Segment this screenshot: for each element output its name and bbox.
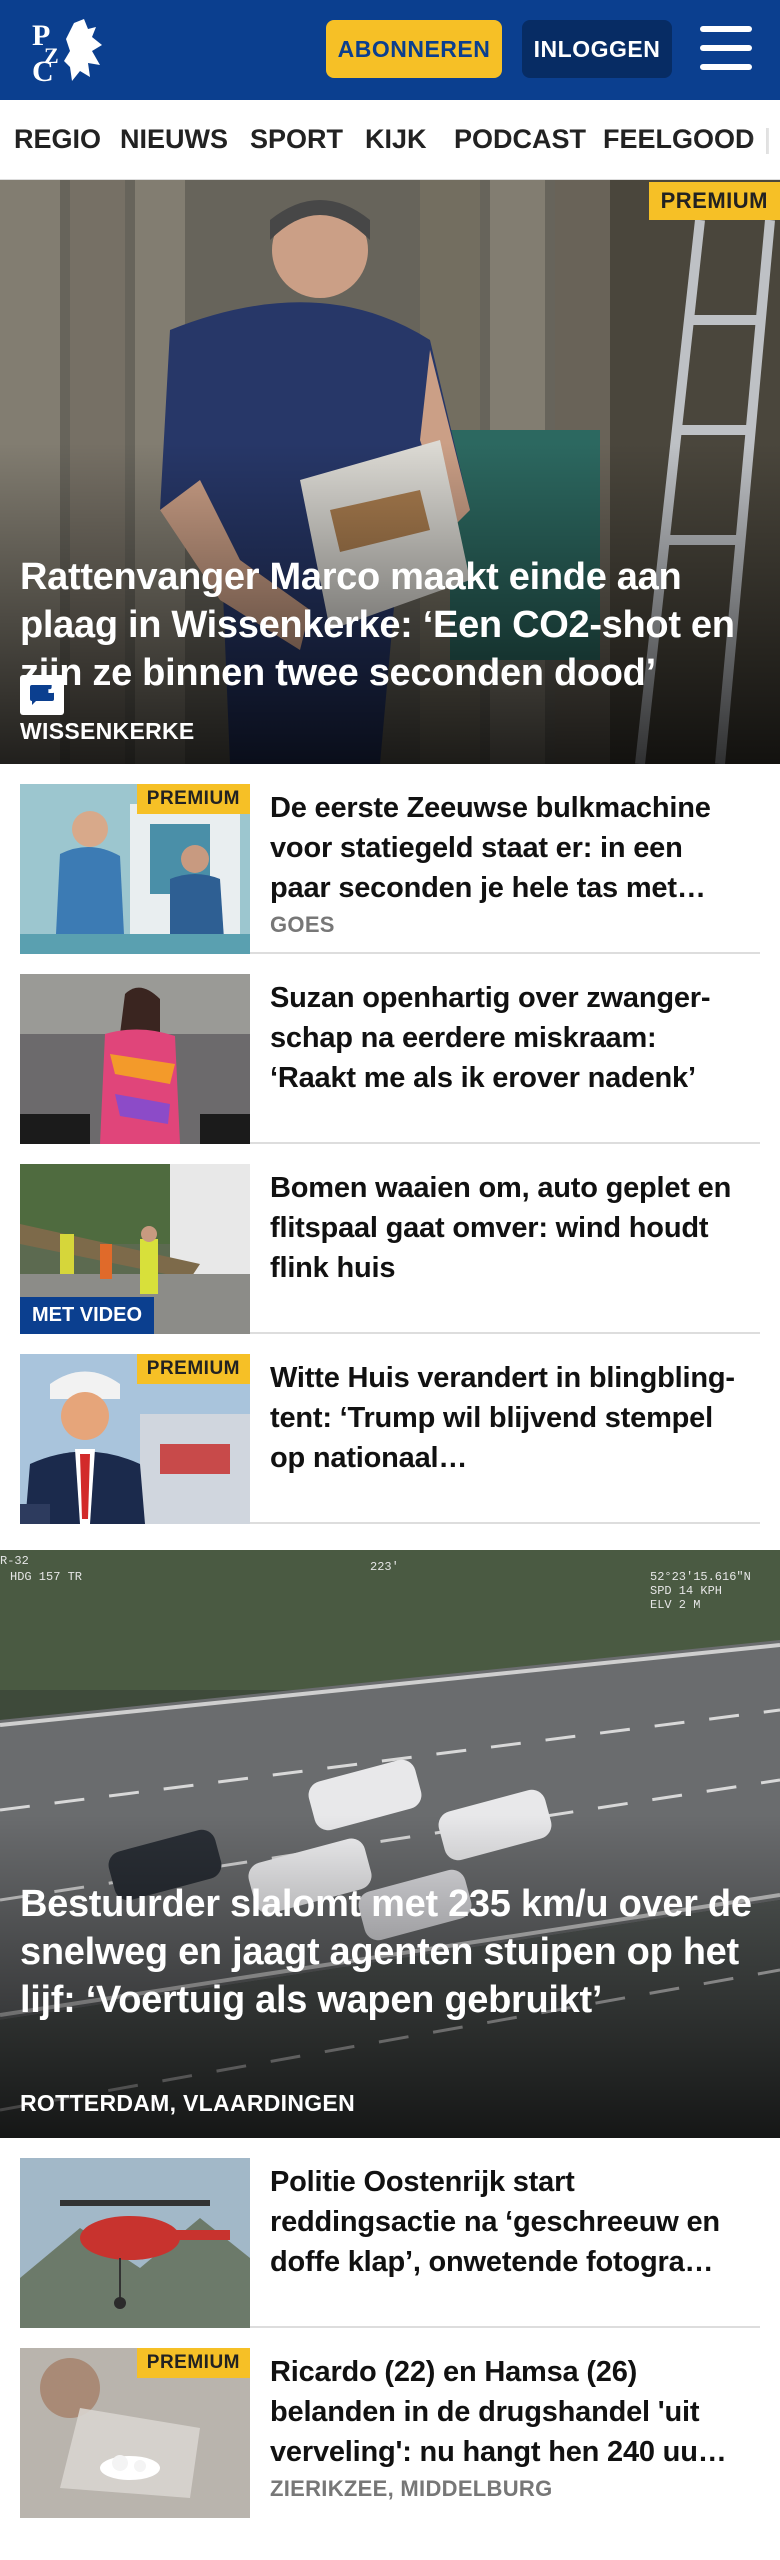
svg-text:HDG 157 TR: HDG 157 TR (10, 1570, 82, 1584)
subscribe-button[interactable]: ABONNEREN (326, 20, 502, 78)
svg-text:52°23'15.616"N: 52°23'15.616"N (650, 1570, 751, 1584)
svg-text:Z: Z (44, 43, 59, 68)
article-title[interactable]: Ricardo (22) en Hamsa (26) belanden in d… (270, 2352, 750, 2472)
article-title[interactable]: Witte Huis verandert in blingbling-tent:… (270, 1358, 750, 1478)
premium-badge: PREMIUM (648, 182, 780, 220)
video-badge: MET VIDEO (20, 1297, 155, 1334)
premium-badge: PREMIUM (136, 1354, 250, 1384)
list-item[interactable]: PREMIUM Witte Huis verandert in blingbli… (20, 1334, 760, 1524)
top-bar: P C Z ABONNEREN INLOGGEN (0, 0, 780, 100)
menu-icon[interactable] (700, 26, 752, 70)
article-thumbnail: PREMIUM (20, 1354, 250, 1524)
article-thumbnail: PREMIUM (20, 2348, 250, 2518)
login-button[interactable]: INLOGGEN (522, 20, 672, 78)
article-place: ZIERIKZEE, MIDDELBURG (270, 2476, 553, 2501)
nav-item-feelgood[interactable]: FEELGOOD (603, 124, 755, 155)
nav-item-nieuws[interactable]: NIEUWS (120, 124, 228, 155)
hero-2-title[interactable]: Bestuurder slalomt met 235 km/u over de … (20, 1880, 762, 2024)
list-item[interactable]: Politie Oostenrijk start reddingsactie n… (20, 2138, 760, 2328)
list-item[interactable]: MET VIDEO Bomen waaien om, auto geplet e… (20, 1144, 760, 1334)
hero-1-place: WISSENKERKE (20, 718, 195, 744)
hero-article-2[interactable]: R-32 HDG 157 TR 223' 52°23'15.616"N SPD 14… (0, 1550, 780, 2138)
hero-1-title[interactable]: Rattenvanger Marco maakt einde aan plaag… (20, 553, 762, 697)
hero-article-1[interactable]: PREMIUM Rattenvanger Marco maakt einde a… (0, 180, 780, 764)
article-thumbnail (20, 974, 250, 1144)
nav-item-kijk[interactable]: KIJK (365, 124, 427, 155)
svg-text:SPD 14 KPH: SPD 14 KPH (650, 1584, 722, 1598)
pzc-logo[interactable]: P C Z (30, 15, 110, 85)
article-place: GOES (270, 912, 335, 937)
nav-item-regio[interactable]: REGIO (14, 124, 101, 155)
nav-item-sport[interactable]: SPORT (250, 124, 343, 155)
nav-fade (750, 100, 780, 179)
article-title[interactable]: Bomen waaien om, auto geplet en flitspaa… (270, 1168, 750, 1288)
article-title[interactable]: De eerste Zeeuwse bulkmachine voor stati… (270, 788, 750, 908)
nav-item-podcast[interactable]: PODCAST (454, 124, 586, 155)
article-thumbnail: PREMIUM (20, 784, 250, 954)
article-title[interactable]: Suzan openhartig over zwanger­schap na e… (270, 978, 750, 1098)
list-item[interactable]: Suzan openhartig over zwanger­schap na e… (20, 954, 760, 1144)
hero-2-place: ROTTERDAM, VLAARDINGEN (20, 2090, 355, 2116)
section-nav: REGIO NIEUWS SPORT KIJK PODCAST FEELGOOD (0, 100, 780, 180)
article-thumbnail: MET VIDEO (20, 1164, 250, 1334)
article-title[interactable]: Politie Oostenrijk start reddingsactie n… (270, 2162, 750, 2282)
premium-badge: PREMIUM (136, 784, 250, 814)
article-thumbnail (20, 2158, 250, 2328)
premium-badge: PREMIUM (136, 2348, 250, 2378)
list-item[interactable]: PREMIUM Ricardo (22) en Hamsa (26) belan… (20, 2328, 760, 2528)
svg-text:R-32: R-32 (0, 1554, 29, 1568)
list-item[interactable]: PREMIUM De eerste Zeeuwse bulkmachine vo… (20, 764, 760, 954)
svg-text:ELV 2 M: ELV 2 M (650, 1598, 700, 1612)
svg-text:223': 223' (370, 1560, 399, 1574)
